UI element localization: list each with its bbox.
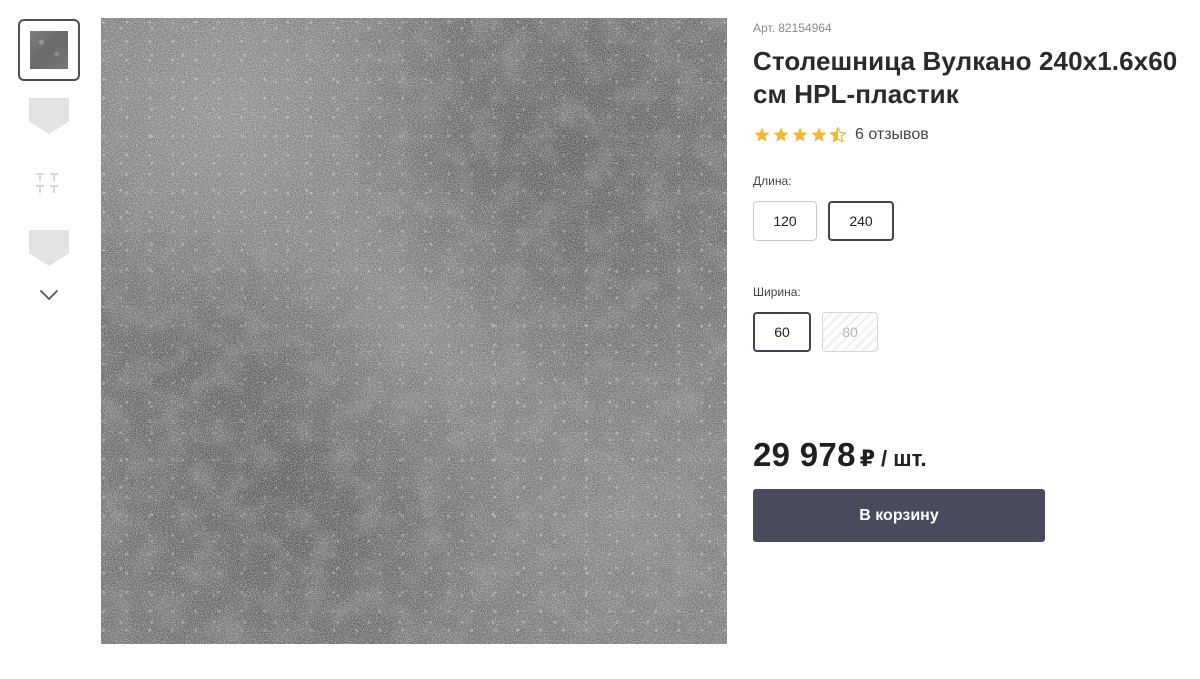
star-icon: [792, 127, 808, 142]
rating-stars: [753, 126, 847, 144]
product-rating: 6 отзывов: [753, 123, 1183, 147]
article-number: Арт. 82154964: [753, 21, 832, 35]
star-icon: [773, 127, 789, 142]
chevron-down-icon: [40, 290, 58, 300]
price-unit: / шт.: [881, 446, 927, 471]
price-block: 29 978 ₽ / шт.: [753, 436, 1183, 473]
main-product-image[interactable]: [101, 18, 727, 644]
length-options: 120 240: [753, 201, 1183, 241]
currency-symbol: ₽: [859, 446, 876, 471]
star-icon: [754, 127, 770, 142]
price-value: 29 978: [753, 436, 856, 473]
thumbnail-image: [29, 98, 69, 134]
thumbnail-image: [30, 31, 68, 69]
width-option-60[interactable]: 60: [753, 312, 811, 352]
thumbnail-profile-edge-2[interactable]: [18, 217, 80, 279]
thumbnail-profile-edge[interactable]: [18, 85, 80, 147]
star-half-icon: [829, 126, 847, 143]
thumbnail-connectors[interactable]: [18, 151, 80, 213]
length-option-120[interactable]: 120: [753, 201, 817, 241]
reviews-link[interactable]: 6 отзывов: [855, 126, 929, 144]
thumbnail-image: [29, 230, 69, 266]
add-to-cart-button[interactable]: В корзину: [753, 489, 1045, 542]
width-options: 60 80: [753, 312, 1183, 352]
length-option-240[interactable]: 240: [828, 201, 894, 241]
thumbnail-stone-texture[interactable]: [18, 19, 80, 81]
width-option-80[interactable]: 80: [822, 312, 878, 352]
length-label: Длина:: [753, 174, 792, 188]
star-icon: [811, 127, 827, 142]
thumbnail-image: [34, 169, 64, 195]
thumbnail-list: [18, 19, 80, 307]
product-info-panel: Арт. 82154964 Столешница Вулкано 240x1.6…: [753, 20, 1183, 542]
thumbnails-scroll-down-button[interactable]: [18, 283, 80, 307]
stone-texture-overlay: [101, 18, 727, 644]
width-label: Ширина:: [753, 285, 801, 299]
product-title: Столешница Вулкано 240x1.6x60 см HPL-пла…: [753, 46, 1178, 109]
